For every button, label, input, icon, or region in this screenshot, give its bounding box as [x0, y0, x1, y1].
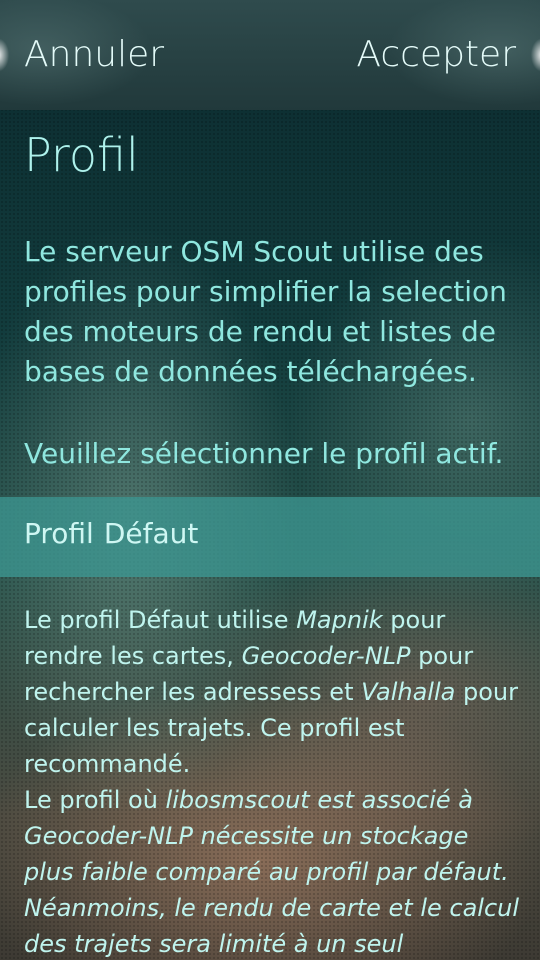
profile-dialog: Annuler Accepter Profil Le serveur OSM S… [0, 0, 540, 960]
page-title: Profil [24, 128, 139, 182]
combo-label-text: Profil [24, 517, 94, 550]
accept-button[interactable]: Accepter [356, 34, 516, 75]
select-prompt: Veuillez sélectionner le profil actif. [24, 437, 504, 470]
desc1-text-1: Le profil Défaut utilise [24, 606, 297, 634]
renderer-name: Mapnik [296, 606, 383, 634]
profile-combobox-label: Profil Défaut [24, 517, 198, 550]
dialog-header: Annuler Accepter [0, 0, 540, 110]
intro-text: Le serveur OSM Scout utilise des profile… [24, 235, 507, 388]
router-name: Valhalla [361, 678, 456, 706]
libosmscout-profile-description: Le profil où libosmscout est associé à G… [24, 782, 524, 960]
geocoder-name: Geocoder-NLP [241, 642, 411, 670]
desc2-text-1: Le profil où [24, 786, 166, 814]
edge-glow-left [0, 30, 18, 80]
default-profile-description: Le profil Défaut utilise Mapnik pour ren… [24, 602, 524, 782]
cancel-button[interactable]: Annuler [24, 34, 164, 75]
profile-combobox[interactable]: Profil Défaut [0, 497, 540, 577]
edge-glow-right [522, 30, 540, 80]
combo-selected-value: Défaut [103, 517, 199, 550]
